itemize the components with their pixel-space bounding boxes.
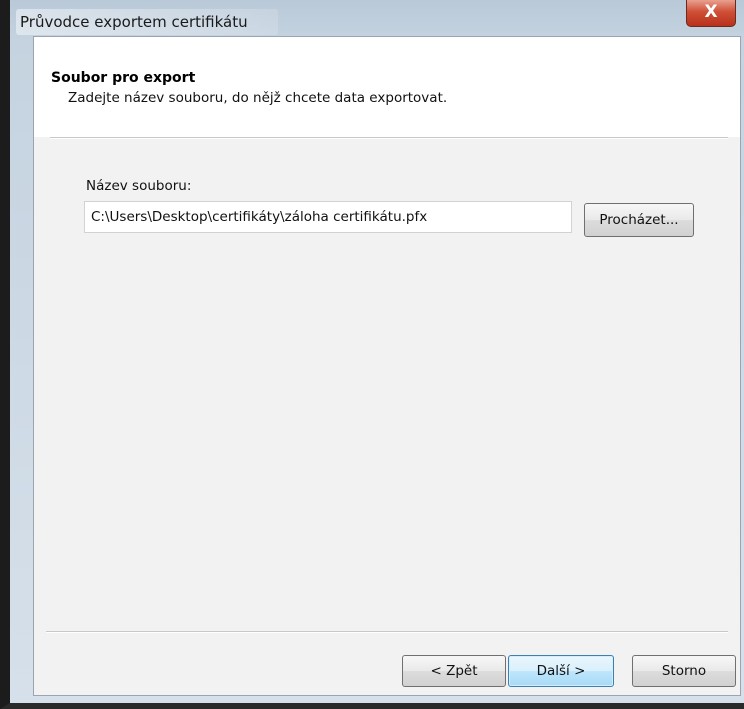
window-title: Průvodce exportem certifikátu <box>16 9 278 35</box>
wizard-header: Soubor pro export Zadejte název souboru,… <box>34 37 740 137</box>
page-subtitle: Zadejte název souboru, do nějž chcete da… <box>68 90 448 106</box>
browse-button[interactable]: Procházet... <box>584 203 694 237</box>
close-button[interactable]: X <box>686 0 736 27</box>
file-name-label: Název souboru: <box>86 178 192 194</box>
next-button[interactable]: Další > <box>508 655 614 687</box>
file-name-input[interactable] <box>84 201 572 233</box>
wizard-content: Soubor pro export Zadejte název souboru,… <box>33 36 741 696</box>
title-bar[interactable]: Průvodce exportem certifikátu X <box>10 0 744 40</box>
back-button[interactable]: < Zpět <box>402 655 506 687</box>
wizard-window: Průvodce exportem certifikátu X Soubor p… <box>0 0 744 709</box>
header-divider <box>50 137 728 139</box>
cancel-button[interactable]: Storno <box>632 655 736 687</box>
page-title: Soubor pro export <box>51 70 196 86</box>
footer-divider <box>46 631 728 633</box>
